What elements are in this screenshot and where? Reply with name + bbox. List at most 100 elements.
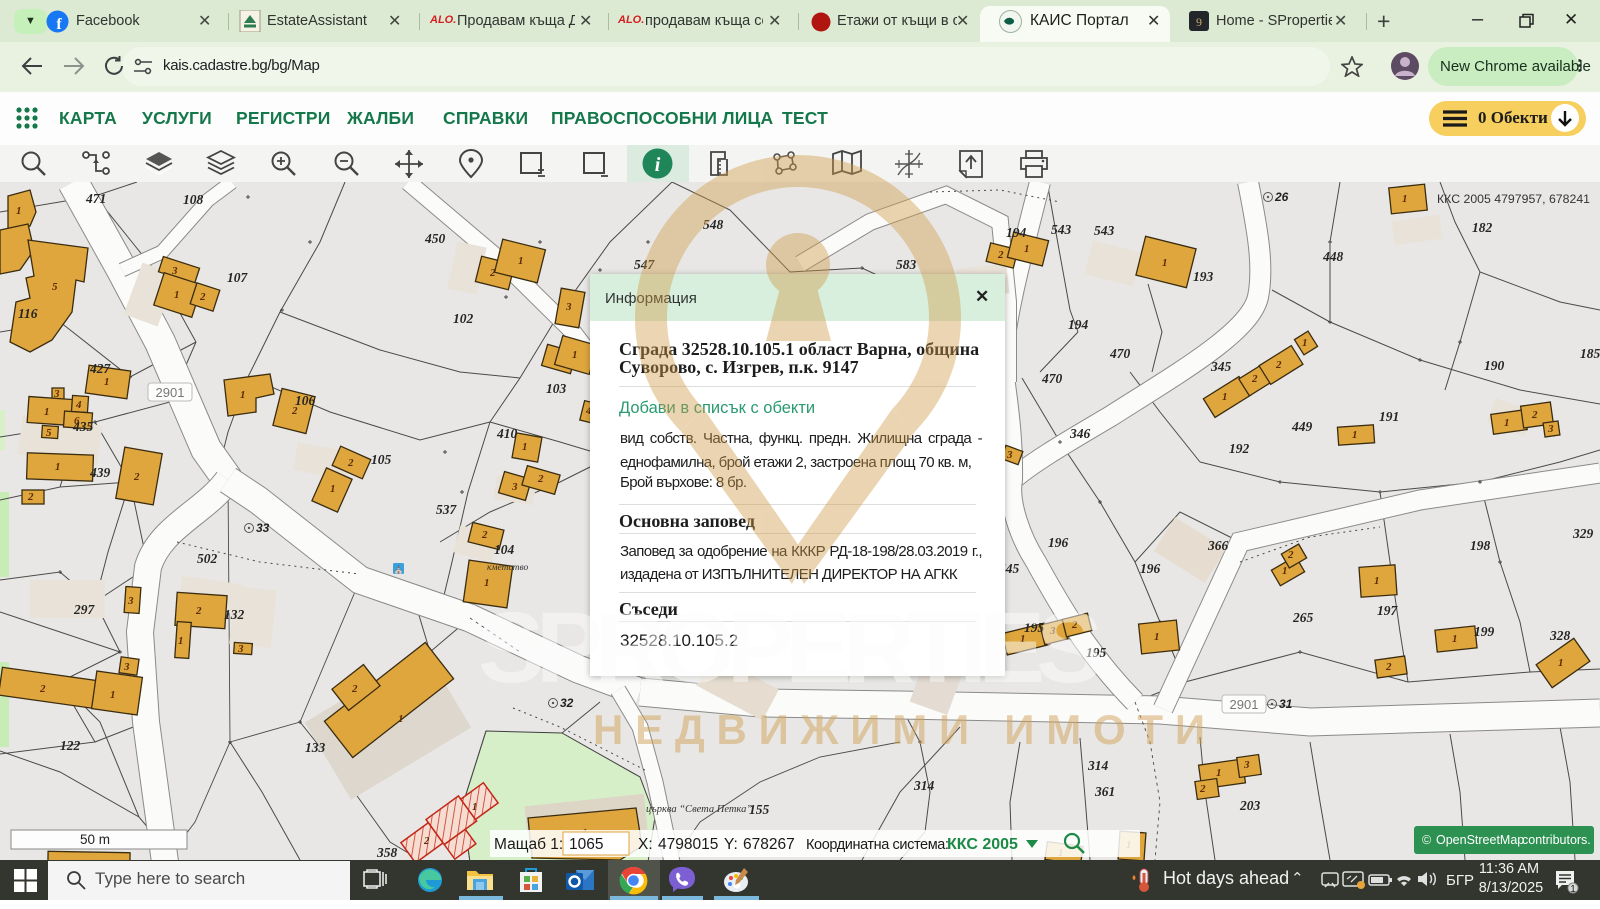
svg-text:2901: 2901 — [156, 385, 185, 400]
svg-text:1: 1 — [1558, 657, 1564, 669]
svg-text:190: 190 — [1484, 358, 1505, 373]
svg-text:2901: 2901 — [1230, 697, 1259, 712]
svg-text:кметство: кметство — [487, 563, 529, 573]
svg-text:502: 502 — [197, 551, 218, 566]
svg-text:2: 2 — [347, 457, 354, 469]
svg-text:2: 2 — [1071, 619, 1078, 631]
svg-text:2: 2 — [199, 291, 206, 303]
svg-text:3: 3 — [123, 661, 130, 673]
svg-text:3: 3 — [565, 301, 572, 313]
svg-text:3: 3 — [1049, 625, 1056, 637]
svg-text:106: 106 — [295, 393, 316, 408]
svg-text:X:: X: — [638, 836, 653, 853]
svg-text:1: 1 — [240, 389, 246, 401]
svg-text:2: 2 — [997, 249, 1004, 261]
svg-text:366: 366 — [1207, 538, 1229, 553]
svg-text:9: 9 — [1196, 15, 1202, 29]
svg-text:448: 448 — [1322, 249, 1344, 264]
svg-text:328: 328 — [1549, 628, 1571, 643]
svg-text:31: 31 — [1279, 697, 1293, 711]
svg-text:470: 470 — [1109, 346, 1131, 361]
svg-text:103: 103 — [546, 381, 567, 396]
svg-text:⛪: ⛪ — [394, 564, 404, 574]
svg-text:Координатна система:: Координатна система: — [806, 837, 949, 853]
svg-text:1: 1 — [1452, 633, 1458, 645]
svg-text:1: 1 — [1162, 257, 1168, 269]
svg-text:1: 1 — [1504, 417, 1510, 429]
svg-text:104: 104 — [494, 542, 515, 557]
svg-text:314: 314 — [913, 778, 935, 793]
svg-text:1: 1 — [1570, 884, 1576, 895]
svg-text:197: 197 — [1377, 603, 1399, 618]
svg-text:471: 471 — [85, 191, 106, 206]
svg-text:2: 2 — [1251, 373, 1258, 385]
svg-text:2: 2 — [481, 529, 488, 541]
svg-text:195: 195 — [1086, 645, 1107, 660]
svg-text:543: 543 — [1051, 222, 1072, 237]
svg-text:2: 2 — [1531, 409, 1538, 421]
svg-text:132: 132 — [224, 607, 245, 622]
svg-text:105: 105 — [371, 452, 392, 467]
svg-text:©: © — [1422, 833, 1432, 847]
svg-text:OpenStreetMap: OpenStreetMap — [1436, 833, 1524, 847]
svg-text:contributors.: contributors. — [1522, 833, 1591, 847]
svg-text:1: 1 — [484, 577, 490, 589]
svg-text:470: 470 — [1041, 371, 1063, 386]
svg-text:i: i — [655, 154, 661, 176]
svg-text:193: 193 — [1193, 269, 1214, 284]
svg-text:2: 2 — [423, 836, 430, 847]
svg-text:361: 361 — [1094, 784, 1115, 799]
svg-text:185: 185 — [1580, 346, 1600, 361]
svg-text:Y:: Y: — [724, 836, 738, 853]
svg-text:195: 195 — [1024, 620, 1045, 635]
svg-text:2: 2 — [39, 683, 46, 695]
svg-text:329: 329 — [1572, 526, 1594, 541]
svg-text:543: 543 — [1094, 223, 1115, 238]
svg-text:107: 107 — [227, 270, 249, 285]
svg-text:32: 32 — [560, 696, 574, 710]
svg-text:1: 1 — [16, 205, 22, 217]
svg-text:26: 26 — [1274, 190, 1289, 204]
svg-text:1: 1 — [1282, 565, 1288, 577]
svg-text:50 m: 50 m — [80, 832, 110, 847]
svg-text:1: 1 — [44, 406, 50, 418]
svg-text:1: 1 — [518, 255, 524, 267]
svg-text:1: 1 — [1216, 767, 1222, 779]
svg-text:4: 4 — [75, 399, 82, 411]
svg-text:2: 2 — [27, 491, 34, 503]
svg-text:1: 1 — [330, 483, 336, 495]
svg-text:3: 3 — [1243, 759, 1250, 771]
svg-text:548: 548 — [703, 217, 724, 232]
svg-text:2: 2 — [1275, 359, 1282, 371]
svg-text:1065: 1065 — [569, 836, 603, 853]
svg-text:346: 346 — [1069, 426, 1091, 441]
svg-text:358: 358 — [376, 845, 398, 860]
svg-text:1: 1 — [1352, 429, 1358, 441]
svg-text:3: 3 — [127, 595, 134, 607]
svg-text:1: 1 — [572, 349, 578, 361]
svg-text:427: 427 — [89, 361, 112, 376]
svg-text:5: 5 — [46, 427, 52, 439]
svg-text:3: 3 — [1547, 423, 1554, 435]
svg-text:1: 1 — [174, 289, 180, 301]
svg-text:2: 2 — [537, 473, 544, 485]
svg-text:192: 192 — [1229, 441, 1250, 456]
svg-text:1: 1 — [1402, 193, 1408, 205]
svg-text:1: 1 — [104, 376, 110, 388]
svg-text:ККС 2005: ККС 2005 — [947, 836, 1018, 853]
svg-text:265: 265 — [1292, 610, 1314, 625]
svg-text:1: 1 — [472, 802, 477, 813]
svg-text:297: 297 — [73, 602, 96, 617]
svg-text:102: 102 — [453, 311, 474, 326]
svg-text:314: 314 — [1087, 758, 1109, 773]
svg-text:345: 345 — [1210, 359, 1232, 374]
svg-text:196: 196 — [1140, 561, 1161, 576]
svg-text:449: 449 — [1291, 419, 1313, 434]
svg-text:194: 194 — [1068, 317, 1089, 332]
svg-text:196: 196 — [1048, 535, 1069, 550]
svg-text:2: 2 — [195, 605, 202, 617]
svg-text:Мащаб 1:: Мащаб 1: — [494, 836, 563, 853]
svg-text:църква “Света Петка”: църква “Света Петка” — [646, 804, 752, 815]
svg-text:678267: 678267 — [743, 836, 795, 853]
svg-text:3: 3 — [1006, 449, 1013, 461]
